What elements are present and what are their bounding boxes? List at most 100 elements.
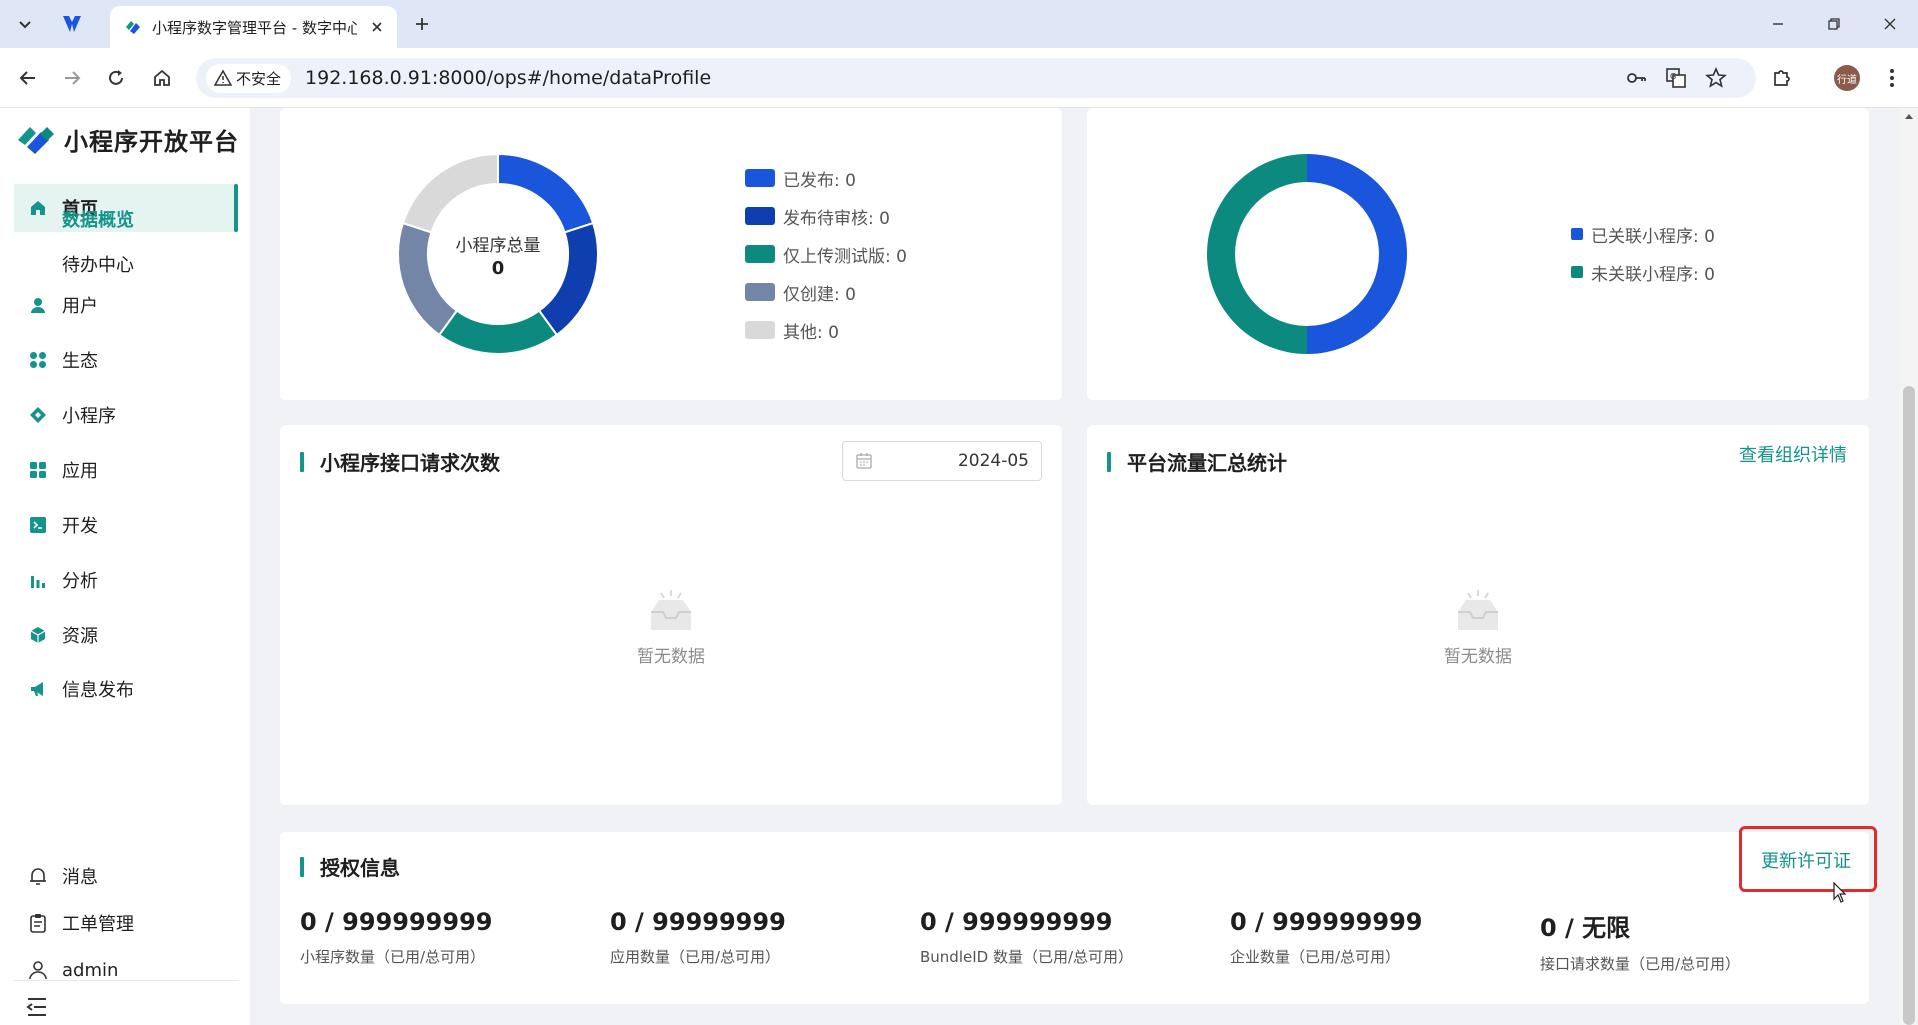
sidebar-item-label: admin: [62, 959, 119, 981]
user-outline-icon: [28, 960, 48, 980]
home-button[interactable]: [146, 62, 178, 94]
address-bar[interactable]: 不安全 192.168.0.91:8000/ops#/home/dataProf…: [196, 58, 1756, 98]
sidebar-item-label: 用户: [62, 296, 98, 317]
tab-close-button[interactable]: [367, 17, 387, 37]
sidebar-divider: [14, 980, 238, 981]
donut-segments: [1207, 154, 1407, 354]
sidebar-item-publish[interactable]: 信息发布: [14, 665, 238, 713]
sidebar-item-user[interactable]: admin: [14, 946, 238, 994]
donut-segment[interactable]: [401, 154, 499, 234]
legend-item-pending-review[interactable]: 发布待审核: 0: [745, 197, 907, 235]
minimize-icon: [1773, 23, 1783, 25]
tab-list-button[interactable]: [8, 8, 42, 40]
back-button[interactable]: [12, 62, 44, 94]
relation-donut-chart: [1207, 154, 1407, 354]
sidebar-item-messages[interactable]: 消息: [14, 852, 238, 900]
donut-segment[interactable]: [437, 309, 559, 354]
sidebar-item-miniapp[interactable]: 小程序: [14, 391, 238, 439]
chevron-down-icon: [19, 21, 31, 29]
legend-item-test-only[interactable]: 仅上传测试版: 0: [745, 235, 907, 273]
legend-swatch: [745, 283, 775, 301]
legend-label: 其他: 0: [783, 322, 839, 343]
browser-tab-active[interactable]: 小程序数字管理平台 - 数字中心: [110, 6, 397, 48]
user-icon: [28, 295, 48, 315]
close-icon: [372, 22, 382, 32]
sidebar: 小程序开放平台 首页 数据概览 待办中心 用户 生态 小程序 应用 开发 分析 …: [0, 108, 250, 1025]
sidebar-item-label: 开发: [62, 516, 98, 537]
clipboard-icon: [28, 913, 48, 933]
empty-state: 暂无数据: [1087, 590, 1869, 667]
stat-label: 小程序数量（已用/总可用）: [300, 948, 486, 966]
bookmark-star-icon[interactable]: [1704, 66, 1728, 90]
legend-item-linked[interactable]: 已关联小程序: 0: [1571, 215, 1715, 253]
terminal-icon: [28, 515, 48, 535]
sidebar-item-develop[interactable]: 开发: [14, 501, 238, 549]
month-picker[interactable]: 2024-05: [842, 441, 1042, 481]
donut-segment[interactable]: [497, 154, 595, 234]
miniapp-status-card: 小程序总量 0 已发布: 0 发布待审核: 0 仅上传测试版: 0 仅创建: 0…: [280, 108, 1062, 400]
stat-value: 0 / 999999999: [300, 908, 493, 936]
relation-status-card: 已关联小程序: 0 未关联小程序: 0: [1087, 108, 1869, 400]
warning-icon: [214, 69, 232, 86]
legend-item-created-only[interactable]: 仅创建: 0: [745, 273, 907, 311]
calendar-icon: [856, 453, 872, 469]
close-icon: [1884, 18, 1896, 30]
sidebar-item-users[interactable]: 用户: [14, 281, 238, 329]
sidebar-item-label: 消息: [62, 867, 98, 888]
collapse-sidebar-button[interactable]: [24, 994, 50, 1020]
sidebar-item-resources[interactable]: 资源: [14, 611, 238, 659]
view-org-details-link[interactable]: 查看组织详情: [1739, 441, 1847, 467]
password-key-icon[interactable]: [1624, 66, 1648, 90]
legend-item-unlinked[interactable]: 未关联小程序: 0: [1571, 253, 1715, 291]
close-window-button[interactable]: [1862, 0, 1918, 48]
legend-label: 已关联小程序: 0: [1591, 226, 1715, 247]
pinned-app-icon[interactable]: [60, 12, 84, 36]
sidebar-subitem-data-overview[interactable]: 数据概览: [62, 206, 134, 232]
donut-segment[interactable]: [1207, 154, 1307, 354]
legend-swatch: [745, 169, 775, 187]
stat-label: 接口请求数量（已用/总可用）: [1540, 955, 1741, 973]
minimize-button[interactable]: [1750, 0, 1806, 48]
sidebar-item-analysis[interactable]: 分析: [14, 556, 238, 604]
legend-label: 仅上传测试版: 0: [783, 246, 907, 267]
legend-item-published[interactable]: 已发布: 0: [745, 159, 907, 197]
stat-value: 0 / 无限: [1540, 914, 1631, 942]
donut-center-text: 小程序总量 0: [398, 231, 598, 279]
profile-button[interactable]: 行道: [1831, 62, 1863, 94]
sidebar-item-label: 小程序: [62, 406, 116, 427]
sidebar-subitem-todo[interactable]: 待办中心: [62, 251, 134, 277]
restore-button[interactable]: [1806, 0, 1862, 48]
arrow-right-icon: [65, 71, 81, 85]
translate-icon[interactable]: G: [1664, 66, 1688, 90]
stat-label: 企业数量（已用/总可用）: [1230, 948, 1401, 966]
card-title: 授权信息: [300, 852, 400, 881]
mouse-cursor-icon: [1833, 882, 1847, 903]
legend-swatch: [745, 245, 775, 263]
legend-label: 已发布: 0: [783, 170, 856, 191]
menu-fold-icon: [26, 998, 46, 1016]
sidebar-item-apps[interactable]: 应用: [14, 446, 238, 494]
traffic-summary-card: 平台流量汇总统计 查看组织详情 暂无数据: [1087, 425, 1869, 805]
logo[interactable]: 小程序开放平台: [16, 122, 239, 157]
arrow-left-icon: [19, 71, 35, 85]
scroll-up-icon[interactable]: [1904, 112, 1914, 120]
browser-menu-button[interactable]: [1876, 62, 1908, 94]
diamond-icon: [28, 405, 48, 425]
reload-button[interactable]: [100, 62, 132, 94]
extensions-button[interactable]: [1766, 62, 1798, 94]
miniapp-legend: 已发布: 0 发布待审核: 0 仅上传测试版: 0 仅创建: 0 其他: 0: [745, 159, 907, 349]
sidebar-item-label: 应用: [62, 461, 98, 482]
donut-center-value: 0: [491, 258, 505, 279]
new-tab-button[interactable]: [408, 10, 436, 38]
scrollbar-thumb[interactable]: [1903, 386, 1915, 1025]
sidebar-item-tickets[interactable]: 工单管理: [14, 899, 238, 947]
donut-segment[interactable]: [1307, 154, 1407, 354]
empty-inbox-icon: [651, 590, 691, 630]
forward-button[interactable]: [56, 62, 88, 94]
svg-text:G: G: [1670, 72, 1676, 81]
legend-item-other[interactable]: 其他: 0: [745, 311, 907, 349]
security-chip[interactable]: 不安全: [206, 63, 292, 93]
sidebar-item-ecosystem[interactable]: 生态: [14, 336, 238, 384]
url-text[interactable]: 192.168.0.91:8000/ops#/home/dataProfile: [305, 67, 711, 89]
reload-icon: [109, 70, 123, 85]
